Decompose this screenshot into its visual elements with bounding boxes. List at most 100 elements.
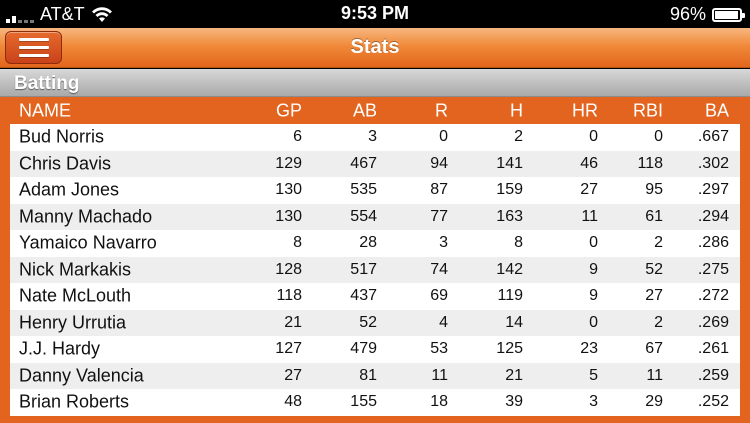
stat-ba: .252 — [697, 393, 729, 411]
stat-r: 11 — [431, 366, 448, 384]
stat-hr: 11 — [581, 207, 598, 225]
column-header-r[interactable]: R — [435, 100, 448, 121]
stat-ab: 554 — [350, 207, 377, 225]
player-name: Adam Jones — [19, 179, 120, 200]
player-name: Brian Roberts — [19, 391, 130, 412]
stat-gp: 6 — [293, 128, 302, 146]
stat-h: 163 — [496, 207, 523, 225]
stat-ab: 81 — [359, 366, 377, 384]
column-header-ab[interactable]: AB — [353, 100, 377, 121]
stat-r: 94 — [430, 154, 448, 172]
stat-ab: 28 — [359, 234, 377, 252]
table-row[interactable]: J.J. Hardy 127 479 53 125 23 67 .261 — [10, 336, 740, 363]
column-header-rbi[interactable]: RBI — [633, 100, 663, 121]
stat-gp: 27 — [284, 366, 302, 384]
player-name: Nate McLouth — [19, 285, 132, 306]
stat-ba: .275 — [697, 260, 729, 278]
stat-ba: .294 — [697, 207, 729, 225]
status-right: 96% — [670, 4, 745, 25]
stat-r: 18 — [430, 393, 448, 411]
table-row[interactable]: Yamaico Navarro 8 28 3 8 0 2 .286 — [10, 230, 740, 257]
stat-ba: .667 — [697, 128, 729, 146]
stat-ab: 467 — [350, 154, 377, 172]
table-row[interactable]: Henry Urrutia 21 52 4 14 0 2 .269 — [10, 309, 740, 336]
stat-rbi: 0 — [654, 128, 663, 146]
page-title: Stats — [350, 36, 400, 58]
stat-ab: 3 — [368, 128, 377, 146]
stat-gp: 130 — [275, 181, 302, 199]
stat-h: 141 — [496, 154, 523, 172]
stat-r: 74 — [430, 260, 448, 278]
stat-r: 4 — [439, 313, 448, 331]
stat-ba: .286 — [697, 234, 729, 252]
stat-hr: 0 — [589, 128, 598, 146]
stat-r: 3 — [439, 234, 448, 252]
stat-hr: 9 — [589, 260, 598, 278]
stat-rbi: 95 — [645, 181, 663, 199]
battery-icon — [712, 7, 745, 22]
stat-hr: 23 — [580, 340, 598, 358]
stat-ba: .261 — [697, 340, 729, 358]
table-row[interactable]: Adam Jones 130 535 87 159 27 95 .297 — [10, 177, 740, 204]
stat-rbi: 2 — [654, 234, 663, 252]
player-name: Yamaico Navarro — [19, 232, 157, 253]
stat-ab: 155 — [350, 393, 377, 411]
battery-fill — [715, 10, 739, 19]
column-header-h[interactable]: H — [510, 100, 523, 121]
stats-table: NAME GP AB R H HR RBI BA Bud Norris 6 3 0 2 0… — [10, 97, 740, 416]
navigation-bar: Stats — [0, 28, 750, 68]
stat-rbi: 27 — [645, 287, 663, 305]
stats-table-container[interactable]: NAME GP AB R H HR RBI BA Bud Norris 6 3 0 2 0… — [0, 97, 750, 423]
stat-r: 0 — [439, 128, 448, 146]
status-bar: AT&T 9:53 PM 96% — [0, 0, 750, 28]
stat-gp: 128 — [275, 260, 302, 278]
column-header-ba[interactable]: BA — [705, 100, 729, 121]
stat-h: 14 — [505, 313, 523, 331]
stat-h: 2 — [514, 128, 523, 146]
column-header-name[interactable]: NAME — [19, 100, 71, 121]
stat-ab: 517 — [350, 260, 377, 278]
player-name: Danny Valencia — [19, 365, 144, 386]
stat-h: 159 — [496, 181, 523, 199]
stat-hr: 9 — [589, 287, 598, 305]
stat-rbi: 11 — [646, 366, 663, 384]
stat-hr: 0 — [589, 234, 598, 252]
stat-hr: 0 — [589, 313, 598, 331]
stat-h: 142 — [496, 260, 523, 278]
column-header-gp[interactable]: GP — [276, 100, 302, 121]
stat-r: 53 — [430, 340, 448, 358]
table-row[interactable]: Manny Machado 130 554 77 163 11 61 .294 — [10, 203, 740, 230]
player-name: Bud Norris — [19, 126, 105, 147]
stat-ab: 437 — [350, 287, 377, 305]
player-name: J.J. Hardy — [19, 338, 101, 359]
table-row[interactable]: Bud Norris 6 3 0 2 0 0 .667 — [10, 124, 740, 151]
column-header-hr[interactable]: HR — [572, 100, 598, 121]
table-row[interactable]: Danny Valencia 27 81 11 21 5 11 .259 — [10, 362, 740, 389]
table-row[interactable]: Nate McLouth 118 437 69 119 9 27 .272 — [10, 283, 740, 310]
table-row[interactable]: Nick Markakis 128 517 74 142 9 52 .275 — [10, 256, 740, 283]
stat-rbi: 61 — [645, 207, 663, 225]
stat-hr: 5 — [589, 366, 598, 384]
stat-rbi: 67 — [645, 340, 663, 358]
table-row[interactable]: Chris Davis 129 467 94 141 46 118 .302 — [10, 150, 740, 177]
stat-ab: 52 — [359, 313, 377, 331]
stat-rbi: 2 — [654, 313, 663, 331]
stat-ba: .272 — [697, 287, 729, 305]
stat-rbi: 52 — [645, 260, 663, 278]
stat-ab: 479 — [350, 340, 377, 358]
table-row[interactable]: Brian Roberts 48 155 18 39 3 29 .252 — [10, 389, 740, 416]
section-header: Batting — [0, 69, 750, 97]
stat-ba: .297 — [697, 181, 729, 199]
stat-r: 87 — [430, 181, 448, 199]
stat-rbi: 118 — [637, 154, 663, 172]
stat-h: 8 — [514, 234, 523, 252]
stat-gp: 118 — [276, 287, 302, 305]
stat-h: 39 — [505, 393, 523, 411]
stat-ab: 535 — [350, 181, 377, 199]
stat-r: 77 — [430, 207, 448, 225]
stat-gp: 21 — [284, 313, 302, 331]
stat-hr: 3 — [589, 393, 598, 411]
stat-gp: 48 — [284, 393, 302, 411]
stat-ba: .269 — [697, 313, 729, 331]
stat-h: 125 — [496, 340, 523, 358]
